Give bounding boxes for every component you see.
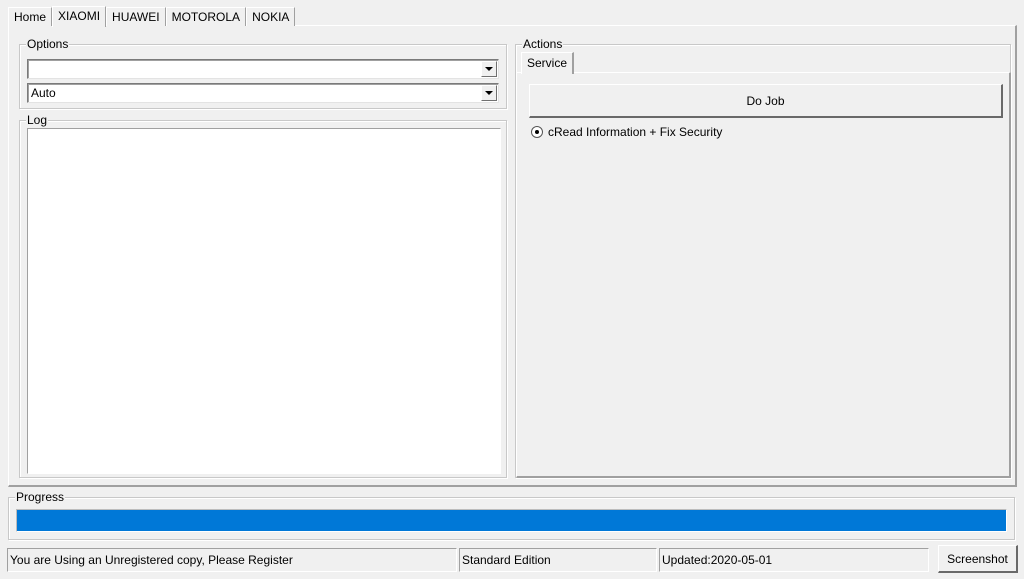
do-job-button[interactable]: Do Job [529, 84, 1003, 118]
do-job-label: Do Job [746, 93, 785, 108]
radio-dot-icon [535, 130, 539, 134]
port-combo[interactable] [27, 59, 499, 79]
status-edition: Standard Edition [459, 548, 657, 572]
port-combo-dropdown-button[interactable] [481, 61, 497, 77]
tab-label: NOKIA [252, 10, 290, 24]
radio-label: cRead Information + Fix Security [548, 125, 723, 139]
mode-combo-value: Auto [31, 86, 56, 100]
actions-group: Actions Service Do Job cRead Information… [515, 37, 1011, 478]
tab-xiaomi[interactable]: XIAOMI [52, 6, 107, 27]
tab-nokia[interactable]: NOKIA [246, 7, 296, 26]
read-info-radio-option[interactable]: cRead Information + Fix Security [531, 125, 722, 139]
tab-motorola[interactable]: MOTOROLA [165, 7, 247, 26]
tab-label: XIAOMI [58, 9, 101, 23]
top-tab-strip: Home XIAOMI HUAWEI MOTOROLA NOKIA [8, 6, 296, 27]
tab-label: Home [14, 10, 47, 24]
screenshot-button[interactable]: Screenshot [938, 545, 1018, 573]
progress-group-title: Progress [15, 490, 66, 504]
tab-label: MOTOROLA [171, 10, 241, 24]
log-group: Log [19, 113, 507, 478]
log-textarea[interactable] [27, 128, 501, 474]
options-group: Options Auto [19, 37, 507, 109]
tab-service[interactable]: Service [521, 52, 575, 74]
log-group-title: Log [26, 113, 49, 127]
tab-home[interactable]: Home [8, 7, 53, 26]
tab-label: HUAWEI [112, 10, 160, 24]
mode-combo-dropdown-button[interactable] [481, 85, 497, 101]
actions-group-title: Actions [522, 37, 564, 51]
status-updated: Updated:2020-05-01 [659, 548, 929, 572]
tab-service-label: Service [527, 56, 568, 70]
mode-combo[interactable]: Auto [27, 83, 499, 103]
chevron-down-icon [485, 67, 493, 71]
tab-huawei[interactable]: HUAWEI [106, 7, 166, 26]
progress-bar-fill [17, 510, 1006, 531]
status-registration: You are Using an Unregistered copy, Plea… [7, 548, 457, 572]
radio-button[interactable] [531, 126, 543, 138]
progress-group: Progress [8, 490, 1015, 540]
chevron-down-icon [485, 91, 493, 95]
screenshot-label: Screenshot [947, 551, 1008, 566]
progress-bar [16, 509, 1007, 532]
options-group-title: Options [26, 37, 70, 51]
